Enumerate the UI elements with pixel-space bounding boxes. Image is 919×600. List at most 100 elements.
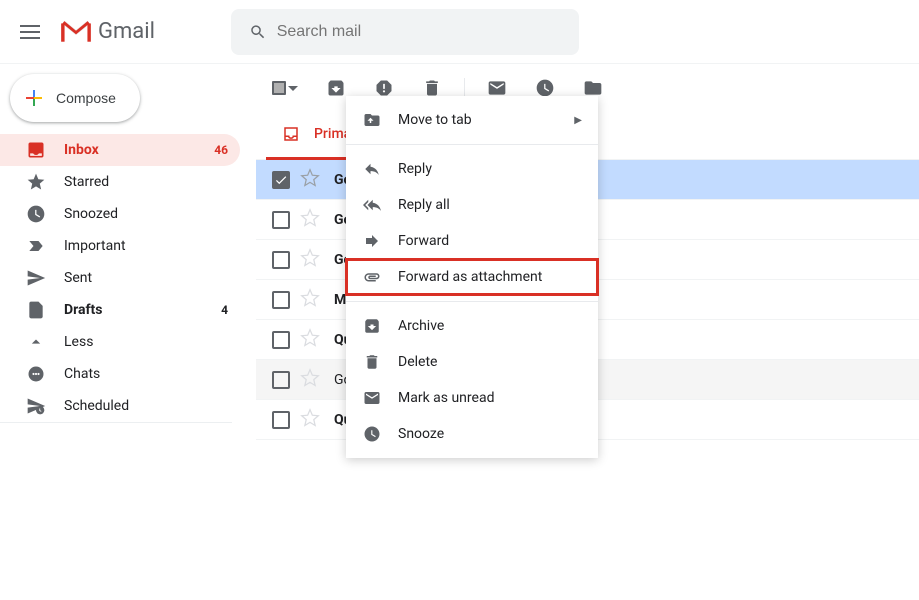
menu-label: Reply all xyxy=(398,197,582,213)
star-button[interactable] xyxy=(300,328,320,352)
sidebar-item-count: 46 xyxy=(214,143,228,157)
sidebar-item-chats[interactable]: Chats xyxy=(0,358,240,390)
row-checkbox[interactable] xyxy=(272,211,290,229)
menu-delete[interactable]: Delete xyxy=(346,344,598,380)
trash-icon xyxy=(362,352,382,372)
star-button[interactable] xyxy=(300,288,320,312)
star-button[interactable] xyxy=(300,168,320,192)
main-menu-button[interactable] xyxy=(8,13,52,51)
sidebar: Compose Inbox 46 Starred Snoozed Importa… xyxy=(0,64,256,600)
compose-label: Compose xyxy=(56,90,116,106)
row-checkbox[interactable] xyxy=(272,171,290,189)
archive-button[interactable] xyxy=(326,78,346,98)
search-box[interactable] xyxy=(231,9,579,55)
menu-archive[interactable]: Archive xyxy=(346,308,598,344)
star-outline-icon xyxy=(300,288,320,308)
divider xyxy=(464,78,465,98)
divider xyxy=(346,144,598,145)
chevron-right-icon: ▶ xyxy=(574,115,582,126)
unread-icon xyxy=(487,78,507,98)
plus-icon xyxy=(22,86,46,110)
check-icon xyxy=(274,173,288,187)
nav-list: Inbox 46 Starred Snoozed Important Sent xyxy=(0,134,256,422)
menu-label: Delete xyxy=(398,354,582,370)
hamburger-icon xyxy=(20,25,40,39)
sidebar-item-snoozed[interactable]: Snoozed xyxy=(0,198,240,230)
row-checkbox[interactable] xyxy=(272,411,290,429)
sidebar-item-label: Scheduled xyxy=(64,398,228,414)
star-button[interactable] xyxy=(300,248,320,272)
move-button[interactable] xyxy=(583,78,603,98)
sidebar-item-label: Inbox xyxy=(64,142,214,158)
menu-reply[interactable]: Reply xyxy=(346,151,598,187)
delete-button[interactable] xyxy=(422,78,442,98)
divider xyxy=(346,301,598,302)
clock-icon xyxy=(362,424,382,444)
star-button[interactable] xyxy=(300,408,320,432)
mark-unread-button[interactable] xyxy=(487,78,507,98)
spam-button[interactable] xyxy=(374,78,394,98)
menu-label: Move to tab xyxy=(398,112,558,128)
menu-reply-all[interactable]: Reply all xyxy=(346,187,598,223)
star-outline-icon xyxy=(300,368,320,388)
menu-label: Snooze xyxy=(398,426,582,442)
send-icon xyxy=(26,268,46,288)
scheduled-icon xyxy=(26,396,46,416)
star-button[interactable] xyxy=(300,208,320,232)
chats-icon xyxy=(26,364,46,384)
star-outline-icon xyxy=(300,328,320,348)
sidebar-item-drafts[interactable]: Drafts 4 xyxy=(0,294,240,326)
divider xyxy=(0,422,232,423)
sidebar-item-label: Snoozed xyxy=(64,206,228,222)
important-icon xyxy=(26,236,46,256)
row-checkbox[interactable] xyxy=(272,291,290,309)
sidebar-item-label: Starred xyxy=(64,174,228,190)
star-outline-icon xyxy=(300,408,320,428)
sidebar-item-inbox[interactable]: Inbox 46 xyxy=(0,134,240,166)
inbox-icon xyxy=(26,140,46,160)
sidebar-item-important[interactable]: Important xyxy=(0,230,240,262)
sidebar-item-less[interactable]: Less xyxy=(0,326,240,358)
content-area: Prima Go Go Go Ma xyxy=(256,64,919,600)
sidebar-item-scheduled[interactable]: Scheduled xyxy=(0,390,240,422)
sidebar-item-count: 4 xyxy=(221,303,228,317)
menu-label: Mark as unread xyxy=(398,390,582,406)
logo-area: Gmail xyxy=(60,19,155,44)
menu-forward-as-attachment[interactable]: Forward as attachment xyxy=(346,259,598,295)
clock-icon xyxy=(535,78,555,98)
star-outline-icon xyxy=(300,208,320,228)
dropdown-arrow-icon xyxy=(288,86,298,91)
menu-snooze[interactable]: Snooze xyxy=(346,416,598,452)
primary-tab-icon xyxy=(282,125,300,143)
sidebar-item-sent[interactable]: Sent xyxy=(0,262,240,294)
menu-mark-unread[interactable]: Mark as unread xyxy=(346,380,598,416)
app-header: Gmail xyxy=(0,0,919,64)
draft-icon xyxy=(26,300,46,320)
sidebar-item-label: Drafts xyxy=(64,302,221,318)
main-area: Compose Inbox 46 Starred Snoozed Importa… xyxy=(0,64,919,600)
star-button[interactable] xyxy=(300,368,320,392)
search-container xyxy=(231,9,579,55)
folder-icon xyxy=(583,78,603,98)
star-outline-icon xyxy=(300,248,320,268)
menu-move-to-tab[interactable]: Move to tab ▶ xyxy=(346,102,598,138)
snooze-button[interactable] xyxy=(535,78,555,98)
chevron-up-icon xyxy=(26,332,46,352)
star-icon xyxy=(26,172,46,192)
row-checkbox[interactable] xyxy=(272,331,290,349)
sidebar-item-label: Less xyxy=(64,334,228,350)
sidebar-item-label: Sent xyxy=(64,270,228,286)
row-checkbox[interactable] xyxy=(272,251,290,269)
star-outline-icon xyxy=(300,168,320,188)
compose-button[interactable]: Compose xyxy=(10,74,140,122)
app-title: Gmail xyxy=(98,19,155,44)
select-dropdown[interactable] xyxy=(272,81,298,95)
archive-icon xyxy=(326,78,346,98)
sidebar-item-starred[interactable]: Starred xyxy=(0,166,240,198)
search-input[interactable] xyxy=(277,23,571,41)
row-checkbox[interactable] xyxy=(272,371,290,389)
spam-icon xyxy=(374,78,394,98)
menu-label: Forward xyxy=(398,233,582,249)
menu-forward[interactable]: Forward xyxy=(346,223,598,259)
folder-move-icon xyxy=(362,110,382,130)
